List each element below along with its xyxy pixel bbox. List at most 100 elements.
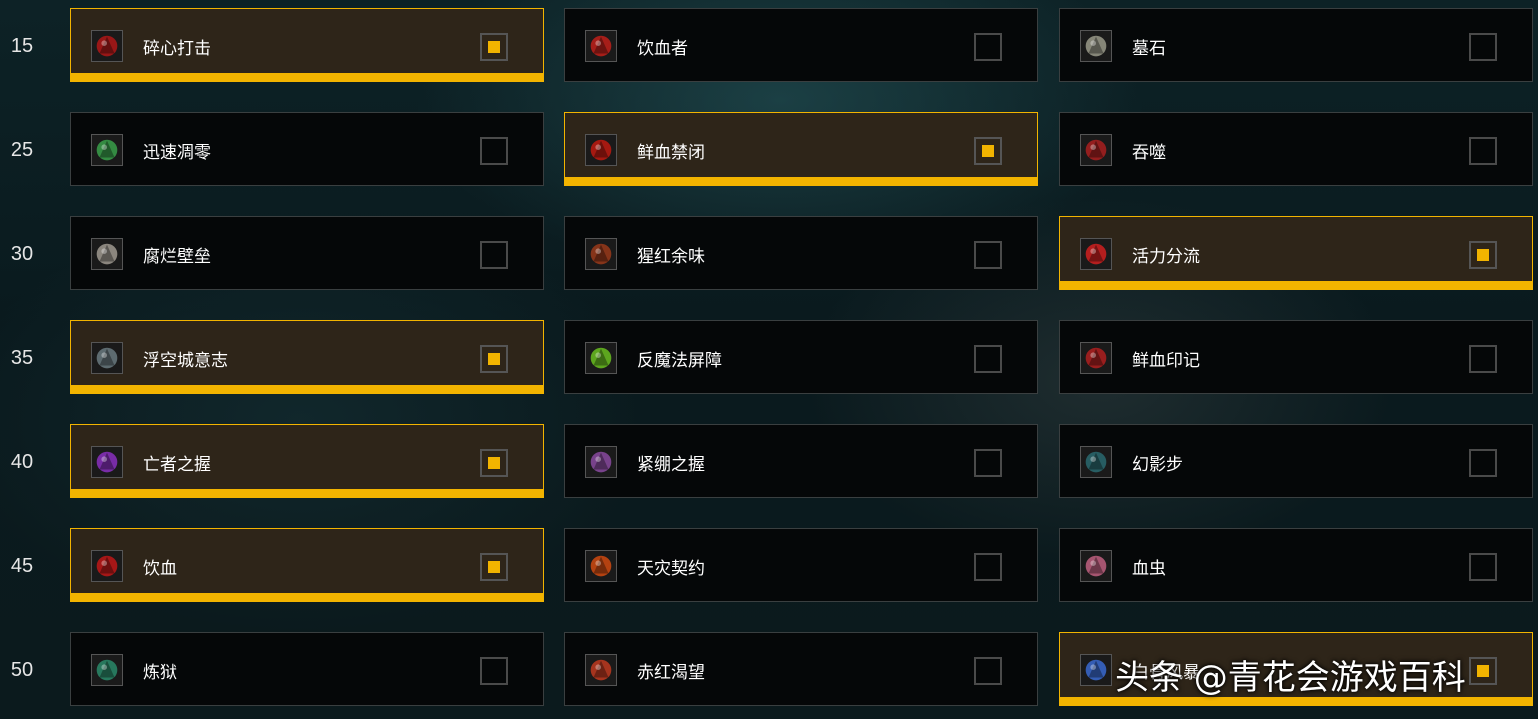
scourge-pact-icon (585, 550, 617, 582)
talent-row: 25 迅速凋零 鲜血禁闭 吞噬 (0, 112, 1538, 186)
talent-name: 猩红余味 (637, 247, 705, 267)
blood-orb-icon (585, 134, 617, 166)
talent-checkbox[interactable] (974, 241, 1002, 269)
talent-name: 天灾契约 (637, 559, 705, 579)
talent-checkbox[interactable] (480, 137, 508, 165)
devour-skull-icon (1080, 134, 1112, 166)
talent-name: 炼狱 (143, 663, 177, 683)
level-label: 15 (10, 35, 34, 57)
talent-checkbox[interactable] (974, 449, 1002, 477)
vitality-icon (1080, 238, 1112, 270)
talent-name: 赤红渴望 (637, 663, 705, 683)
checkbox-mark (488, 561, 500, 573)
wraith-walk-icon (1080, 446, 1112, 478)
talent-option[interactable]: 墓石 (1059, 8, 1533, 82)
talent-option[interactable]: 鲜血禁闭 (564, 112, 1038, 186)
green-shield-icon (585, 342, 617, 374)
talent-name: 活力分流 (1132, 247, 1200, 267)
talent-name: 浮空城意志 (143, 351, 228, 371)
talent-name: 腐烂壁垒 (143, 247, 211, 267)
blood-drinker-icon (585, 30, 617, 62)
talent-option[interactable]: 吞噬 (1059, 112, 1533, 186)
bonestorm-icon (1080, 654, 1112, 686)
talent-checkbox[interactable] (480, 449, 508, 477)
watermark-text: 头条 @青花会游戏百科 (1115, 658, 1466, 698)
checkbox-mark (1477, 665, 1489, 677)
talent-name: 亡者之握 (143, 455, 211, 475)
talent-checkbox[interactable] (1469, 33, 1497, 61)
talent-checkbox[interactable] (480, 657, 508, 685)
talent-name: 迅速凋零 (143, 143, 211, 163)
talent-option[interactable]: 鲜血印记 (1059, 320, 1533, 394)
talent-option[interactable]: 碎心打击 (70, 8, 544, 82)
talent-option[interactable]: 紧绷之握 (564, 424, 1038, 498)
talent-checkbox[interactable] (1469, 449, 1497, 477)
talent-option[interactable]: 反魔法屏障 (564, 320, 1038, 394)
talent-checkbox[interactable] (1469, 137, 1497, 165)
talent-row: 40 亡者之握 紧绷之握 幻影步 (0, 424, 1538, 498)
red-axe-icon (91, 30, 123, 62)
green-claws-icon (91, 134, 123, 166)
talent-option[interactable]: 赤红渴望 (564, 632, 1038, 706)
talent-row: 30 腐烂壁垒 猩红余味 活力分流 (0, 216, 1538, 290)
talent-name: 吞噬 (1132, 143, 1166, 163)
talent-checkbox[interactable] (480, 345, 508, 373)
talent-name: 饮血 (143, 559, 177, 579)
talent-name: 碎心打击 (143, 39, 211, 59)
talent-checkbox[interactable] (974, 345, 1002, 373)
armored-knight-icon (91, 342, 123, 374)
blood-worm-icon (1080, 550, 1112, 582)
blood-tap-icon (91, 550, 123, 582)
talent-row: 45 饮血 天灾契约 血虫 (0, 528, 1538, 602)
talent-name: 鲜血禁闭 (637, 143, 705, 163)
talent-option[interactable]: 饮血 (70, 528, 544, 602)
talent-checkbox[interactable] (1469, 553, 1497, 581)
talent-option[interactable]: 血虫 (1059, 528, 1533, 602)
checkbox-mark (488, 457, 500, 469)
talent-checkbox[interactable] (1469, 345, 1497, 373)
talent-option[interactable]: 饮血者 (564, 8, 1038, 82)
talent-name: 饮血者 (637, 39, 688, 59)
purgatory-ring-icon (91, 654, 123, 686)
talent-option[interactable]: 腐烂壁垒 (70, 216, 544, 290)
talent-name: 紧绷之握 (637, 455, 705, 475)
talent-checkbox[interactable] (480, 241, 508, 269)
talent-name: 墓石 (1132, 39, 1166, 59)
purple-grip-icon (91, 446, 123, 478)
checkbox-mark (982, 145, 994, 157)
talent-name: 鲜血印记 (1132, 351, 1200, 371)
talent-checkbox[interactable] (974, 33, 1002, 61)
tombstone-skull-icon (1080, 30, 1112, 62)
talent-option[interactable]: 浮空城意志 (70, 320, 544, 394)
talent-row: 35 浮空城意志 反魔法屏障 鲜血印记 (0, 320, 1538, 394)
crimson-skull-icon (585, 238, 617, 270)
talent-option[interactable]: 炼狱 (70, 632, 544, 706)
talent-checkbox[interactable] (974, 553, 1002, 581)
level-label: 30 (10, 243, 34, 265)
talent-checkbox[interactable] (974, 137, 1002, 165)
talent-option[interactable]: 幻影步 (1059, 424, 1533, 498)
talent-checkbox[interactable] (1469, 657, 1497, 685)
talent-checkbox[interactable] (974, 657, 1002, 685)
talent-checkbox[interactable] (1469, 241, 1497, 269)
talent-checkbox[interactable] (480, 553, 508, 581)
checkbox-mark (488, 353, 500, 365)
checkbox-mark (1477, 249, 1489, 261)
tight-grip-icon (585, 446, 617, 478)
talent-option[interactable]: 亡者之握 (70, 424, 544, 498)
bone-shield-icon (91, 238, 123, 270)
talent-option[interactable]: 猩红余味 (564, 216, 1038, 290)
red-thirst-icon (585, 654, 617, 686)
level-label: 25 (10, 139, 34, 161)
talent-name: 血虫 (1132, 559, 1166, 579)
level-label: 50 (10, 659, 34, 681)
talent-option[interactable]: 迅速凋零 (70, 112, 544, 186)
level-label: 45 (10, 555, 34, 577)
talent-option[interactable]: 活力分流 (1059, 216, 1533, 290)
talent-name: 反魔法屏障 (637, 351, 722, 371)
blood-mark-icon (1080, 342, 1112, 374)
talent-row: 15 碎心打击 饮血者 墓石 (0, 8, 1538, 82)
talent-option[interactable]: 天灾契约 (564, 528, 1038, 602)
talent-checkbox[interactable] (480, 33, 508, 61)
checkbox-mark (488, 41, 500, 53)
